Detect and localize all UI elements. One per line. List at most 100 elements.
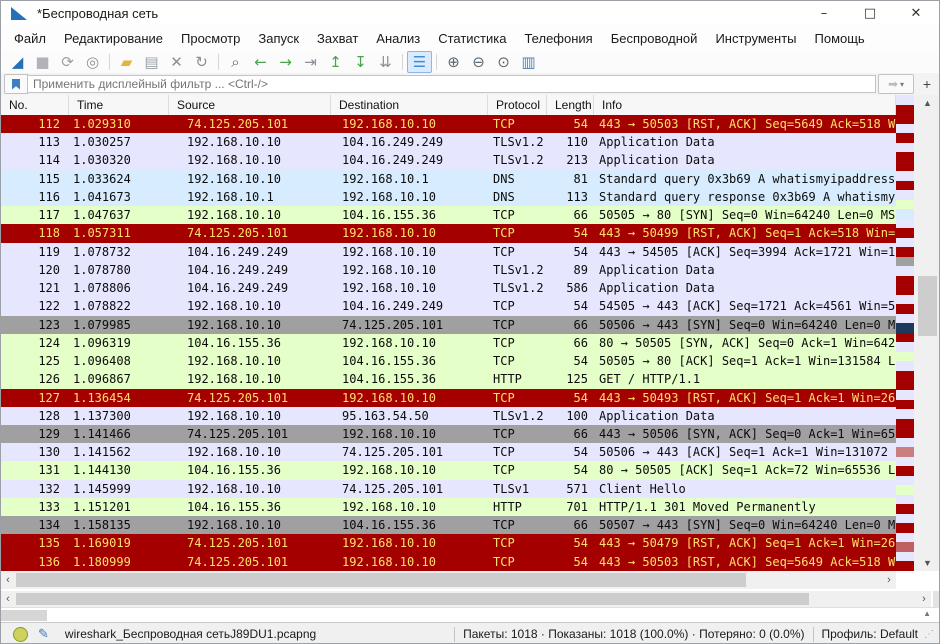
minimap-stripe	[896, 371, 914, 381]
cell-dst: 192.168.10.10	[331, 188, 488, 206]
scroll-left-icon[interactable]: ‹	[1, 591, 15, 607]
menu-item-1[interactable]: Редактирование	[55, 27, 172, 50]
packet-list-hscrollbar[interactable]: ‹ ›	[1, 571, 896, 589]
restart-capture-button[interactable]: ⟳	[55, 51, 80, 73]
packet-row-131[interactable]: 1311.144130104.16.155.36192.168.10.10TCP…	[1, 461, 896, 479]
reload-file-button[interactable]: ↻	[189, 51, 214, 73]
menu-item-3[interactable]: Запуск	[249, 27, 308, 50]
vertical-scrollbar[interactable]: ▲ ▼	[914, 95, 940, 571]
column-header-source[interactable]: Source	[169, 95, 331, 115]
packet-row-124[interactable]: 1241.096319104.16.155.36192.168.10.10TCP…	[1, 334, 896, 352]
detail-pane-hscrollbar[interactable]: ‹ ›	[1, 591, 931, 607]
column-header-length[interactable]: Length	[547, 95, 594, 115]
go-forward-button[interactable]: →	[273, 51, 298, 73]
menu-item-6[interactable]: Статистика	[429, 27, 515, 50]
hscrollbar-thumb[interactable]	[16, 573, 746, 587]
packet-row-134[interactable]: 1341.158135192.168.10.10104.16.155.36TCP…	[1, 516, 896, 534]
menu-item-9[interactable]: Инструменты	[706, 27, 805, 50]
minimap-stripe	[896, 390, 914, 400]
packet-row-136[interactable]: 1361.18099974.125.205.101192.168.10.10TC…	[1, 553, 896, 571]
packet-row-133[interactable]: 1331.151201104.16.155.36192.168.10.10HTT…	[1, 498, 896, 516]
zoom-reset-button[interactable]: ⊙	[491, 51, 516, 73]
display-filter-input[interactable]	[28, 75, 876, 93]
packet-row-132[interactable]: 1321.145999192.168.10.1074.125.205.101TL…	[1, 480, 896, 498]
packet-row-114[interactable]: 1141.030320192.168.10.10104.16.249.249TL…	[1, 151, 896, 169]
scroll-left-icon[interactable]: ‹	[1, 571, 15, 589]
resize-grip[interactable]: ⋰	[924, 629, 933, 640]
packet-row-120[interactable]: 1201.078780104.16.249.249192.168.10.10TL…	[1, 261, 896, 279]
scroll-right-icon[interactable]: ›	[882, 571, 896, 589]
save-file-button[interactable]: ▤	[139, 51, 164, 73]
cell-dst: 192.168.10.10	[331, 553, 488, 571]
minimap-stripe	[896, 238, 914, 248]
packet-row-127[interactable]: 1271.13645474.125.205.101192.168.10.10TC…	[1, 389, 896, 407]
pane-scrollbar-thumb[interactable]	[1, 610, 47, 621]
zoom-out-button[interactable]: ⊖	[466, 51, 491, 73]
menu-item-5[interactable]: Анализ	[367, 27, 429, 50]
colorize-button[interactable]: ☰	[407, 51, 432, 73]
start-capture-button[interactable]: ◢	[5, 51, 30, 73]
scrollbar-corner	[933, 591, 940, 607]
stop-capture-button[interactable]: ■	[30, 51, 55, 73]
zoom-in-button[interactable]: ⊕	[441, 51, 466, 73]
column-header-time[interactable]: Time	[69, 95, 169, 115]
maximize-button[interactable]: □	[847, 1, 893, 25]
packet-row-130[interactable]: 1301.141562192.168.10.1074.125.205.101TC…	[1, 443, 896, 461]
close-file-button[interactable]: ✕	[164, 51, 189, 73]
packet-row-135[interactable]: 1351.16901974.125.205.101192.168.10.10TC…	[1, 534, 896, 552]
menu-item-2[interactable]: Просмотр	[172, 27, 249, 50]
menu-item-4[interactable]: Захват	[308, 27, 367, 50]
auto-scroll-button[interactable]: ⇊	[373, 51, 398, 73]
packet-row-112[interactable]: 1121.02931074.125.205.101192.168.10.10TC…	[1, 115, 896, 133]
packet-row-126[interactable]: 1261.096867192.168.10.10104.16.155.36HTT…	[1, 370, 896, 388]
expert-info-icon[interactable]	[13, 627, 28, 642]
go-back-button[interactable]: ←	[248, 51, 273, 73]
packet-row-119[interactable]: 1191.078732104.16.249.249192.168.10.10TC…	[1, 243, 896, 261]
cell-info: 50507 → 443 [SYN] Seq=0 Win=64240 Len=0 …	[594, 516, 896, 534]
scroll-up-icon[interactable]: ▲	[914, 95, 940, 111]
cell-dst: 192.168.10.10	[331, 243, 488, 261]
column-header-no[interactable]: No.	[1, 95, 69, 115]
minimize-button[interactable]: –	[801, 1, 847, 25]
cell-time: 1.136454	[69, 389, 169, 407]
resize-columns-button[interactable]: ▥	[516, 51, 541, 73]
packet-row-129[interactable]: 1291.14146674.125.205.101192.168.10.10TC…	[1, 425, 896, 443]
close-button[interactable]: ✕	[893, 1, 939, 25]
packet-row-116[interactable]: 1161.041673192.168.10.1192.168.10.10DNS1…	[1, 188, 896, 206]
packet-row-122[interactable]: 1221.078822192.168.10.10104.16.249.249TC…	[1, 297, 896, 315]
packet-row-117[interactable]: 1171.047637192.168.10.10104.16.155.36TCP…	[1, 206, 896, 224]
hscrollbar-thumb[interactable]	[16, 593, 809, 605]
pane-expand-icon[interactable]: ▲	[923, 609, 931, 618]
go-bottom-button[interactable]: ↧	[348, 51, 373, 73]
add-filter-button[interactable]: +	[918, 75, 936, 93]
vertical-scrollbar-thumb[interactable]	[918, 276, 937, 336]
packet-row-128[interactable]: 1281.137300192.168.10.1095.163.54.50TLSv…	[1, 407, 896, 425]
menu-item-7[interactable]: Телефония	[515, 27, 601, 50]
go-to-packet-button[interactable]: ⇥	[298, 51, 323, 73]
menu-item-10[interactable]: Помощь	[806, 27, 874, 50]
packet-row-123[interactable]: 1231.079985192.168.10.1074.125.205.101TC…	[1, 316, 896, 334]
go-top-button[interactable]: ↥	[323, 51, 348, 73]
menu-item-0[interactable]: Файл	[5, 27, 55, 50]
cell-src: 74.125.205.101	[169, 115, 331, 133]
scroll-right-icon[interactable]: ›	[917, 591, 931, 607]
open-file-button[interactable]: ▰	[114, 51, 139, 73]
scroll-down-icon[interactable]: ▼	[914, 555, 940, 571]
apply-arrow-icon: ➡	[888, 77, 898, 91]
packet-row-121[interactable]: 1211.078806104.16.249.249192.168.10.10TL…	[1, 279, 896, 297]
capture-comment-icon[interactable]: ✎	[38, 626, 49, 642]
menu-item-8[interactable]: Беспроводной	[602, 27, 707, 50]
profile-selector[interactable]: Профиль: Default	[822, 627, 919, 641]
packet-row-125[interactable]: 1251.096408192.168.10.10104.16.155.36TCP…	[1, 352, 896, 370]
packet-minimap-scrollbar[interactable]	[896, 95, 914, 571]
packet-row-118[interactable]: 1181.05731174.125.205.101192.168.10.10TC…	[1, 224, 896, 242]
column-header-destination[interactable]: Destination	[331, 95, 488, 115]
column-header-protocol[interactable]: Protocol	[488, 95, 547, 115]
packet-row-115[interactable]: 1151.033624192.168.10.10192.168.10.1DNS8…	[1, 170, 896, 188]
capture-options-button[interactable]: ◎	[80, 51, 105, 73]
packet-row-113[interactable]: 1131.030257192.168.10.10104.16.249.249TL…	[1, 133, 896, 151]
column-header-info[interactable]: Info	[594, 95, 896, 115]
find-packet-button[interactable]: ⌕	[223, 51, 248, 73]
apply-filter-button[interactable]: ➡ ▾	[878, 74, 914, 94]
filter-bookmark-button[interactable]	[4, 74, 28, 94]
